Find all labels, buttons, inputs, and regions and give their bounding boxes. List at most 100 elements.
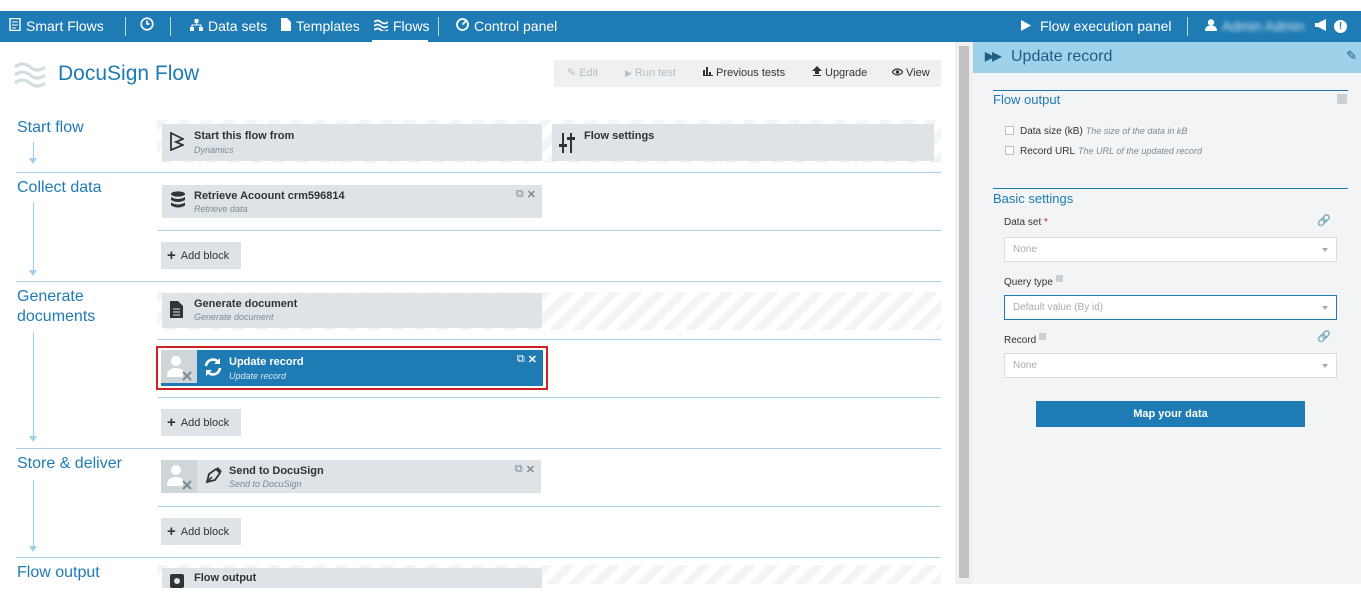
dynamics-icon: [170, 131, 188, 152]
query-type-label: Query type: [1004, 275, 1063, 288]
close-icon[interactable]: ✕: [527, 188, 536, 201]
sitemap-icon: [190, 11, 203, 42]
section-divider: [16, 281, 941, 282]
nav-datasets[interactable]: Data sets: [190, 11, 267, 42]
flow-output-heading: Flow output: [993, 92, 1061, 107]
flow-settings-block[interactable]: Flow settings: [552, 124, 934, 161]
upgrade-button[interactable]: Upgrade: [812, 60, 867, 87]
plus-icon: +: [167, 523, 176, 540]
notifications-button[interactable]: !: [1315, 11, 1347, 42]
sliders-icon: [558, 133, 576, 153]
signature-pen-icon: [203, 466, 222, 486]
link-icon[interactable]: 🔗: [1317, 214, 1331, 227]
document-icon: [9, 11, 21, 42]
flow-action-bar: ✎ Edit ▶ Run test Previous tests Upgrade…: [554, 60, 941, 87]
flow-editor: DocuSign Flow ✎ Edit ▶ Run test Previous…: [0, 42, 955, 588]
notification-badge: !: [1334, 20, 1347, 33]
block-divider: [158, 230, 941, 231]
flow-connector: [29, 332, 37, 442]
data-size-option: Data size (kB) The size of the data in kB: [1020, 126, 1188, 137]
pencil-icon: ✎: [567, 67, 577, 79]
block-settings-panel: ▶▶ Update record ✎ Flow output Data size…: [973, 42, 1361, 584]
bar-chart-icon: [703, 60, 713, 87]
basic-settings-heading: Basic settings: [993, 191, 1074, 206]
history-button[interactable]: [140, 11, 154, 42]
link-icon[interactable]: 🔗: [1317, 330, 1331, 343]
user-icon: [1205, 11, 1217, 42]
info-icon[interactable]: [1337, 94, 1347, 104]
copy-icon[interactable]: ⧉: [515, 463, 523, 476]
flows-icon: [373, 11, 389, 42]
section-label-collect: Collect data: [17, 179, 102, 196]
info-icon[interactable]: [1055, 275, 1063, 282]
section-label-start: Start flow: [17, 119, 84, 136]
add-block-button[interactable]: + Add block: [161, 242, 241, 269]
add-block-button[interactable]: + Add block: [161, 518, 241, 545]
play-icon: ▶: [625, 68, 632, 78]
view-button[interactable]: View: [891, 60, 930, 87]
block-divider: [158, 397, 941, 398]
info-icon[interactable]: [1039, 333, 1047, 340]
dataset-label: Data set *: [1004, 217, 1048, 228]
generate-document-block[interactable]: Generate document Generate document: [162, 293, 542, 328]
edit-title-icon[interactable]: ✎: [1346, 48, 1357, 64]
flow-output-block[interactable]: Flow output: [162, 568, 542, 588]
data-size-checkbox[interactable]: [1005, 126, 1014, 135]
panel-header: ▶▶ Update record ✎: [973, 42, 1361, 73]
nav-smart-flows[interactable]: Smart Flows: [9, 11, 104, 42]
top-navbar: Smart Flows Data sets Templates Flows Co…: [0, 11, 1361, 42]
eye-icon: [891, 60, 904, 87]
user-removed-icon: [161, 460, 197, 493]
record-select[interactable]: None: [1004, 353, 1337, 378]
nav-flow-execution-panel[interactable]: Flow execution panel: [1021, 11, 1172, 42]
plus-icon: +: [167, 414, 176, 431]
copy-icon[interactable]: ⧉: [517, 353, 525, 366]
flow-connector: [29, 142, 37, 164]
previous-tests-button[interactable]: Previous tests: [703, 60, 785, 87]
map-your-data-button[interactable]: Map your data: [1036, 401, 1305, 427]
document-icon: [170, 301, 188, 321]
chevron-down-icon: [1322, 248, 1328, 252]
collapse-panel-icon[interactable]: ▶▶: [985, 49, 1002, 63]
section-label-generate: Generate documents: [17, 288, 96, 325]
record-url-checkbox[interactable]: [1005, 146, 1014, 155]
section-divider: [16, 172, 941, 173]
dataset-select[interactable]: None: [1004, 237, 1337, 262]
query-type-select[interactable]: Default value (By id): [1004, 295, 1337, 320]
edit-button[interactable]: ✎ Edit: [567, 60, 598, 87]
add-block-button[interactable]: + Add block: [161, 409, 241, 436]
flow-connector: [29, 480, 37, 552]
retrieve-data-block[interactable]: Retrieve Acoount crm596814 Retrieve data…: [162, 185, 542, 218]
nav-flows[interactable]: Flows: [373, 11, 430, 42]
upload-icon: [812, 60, 822, 87]
block-divider: [158, 339, 941, 340]
section-divider: [16, 448, 941, 449]
nav-control-panel[interactable]: Control panel: [456, 11, 557, 42]
start-trigger-block[interactable]: Start this flow from Dynamics: [162, 124, 542, 161]
database-icon: [170, 191, 188, 211]
scrollbar-thumb[interactable]: [959, 46, 969, 578]
flow-logo-icon: [14, 62, 46, 88]
plus-icon: +: [167, 247, 176, 264]
run-test-button[interactable]: ▶ Run test: [625, 60, 676, 87]
panel-title: Update record: [1011, 48, 1113, 65]
send-to-docusign-block[interactable]: Send to DocuSign Send to DocuSign ⧉ ✕: [161, 460, 541, 493]
section-label-store: Store & deliver: [17, 455, 122, 472]
section-label-output: Flow output: [17, 564, 100, 581]
section-divider: [16, 557, 941, 558]
nav-templates[interactable]: Templates: [281, 11, 360, 42]
section-divider: [993, 188, 1348, 189]
output-icon: [170, 574, 188, 594]
block-divider: [158, 506, 941, 507]
file-icon: [281, 11, 291, 42]
clock-icon: [140, 11, 154, 42]
user-menu[interactable]: Admin Admin: [1205, 11, 1304, 42]
close-icon[interactable]: ✕: [526, 463, 535, 476]
copy-icon[interactable]: ⧉: [516, 188, 524, 201]
update-record-block[interactable]: Update record Update record ⧉ ✕: [161, 350, 543, 386]
refresh-icon: [203, 357, 222, 377]
record-url-option: Record URL The URL of the updated record: [1020, 146, 1202, 157]
record-label: Record: [1004, 333, 1047, 346]
play-icon: [1021, 11, 1031, 42]
close-icon[interactable]: ✕: [528, 353, 537, 366]
